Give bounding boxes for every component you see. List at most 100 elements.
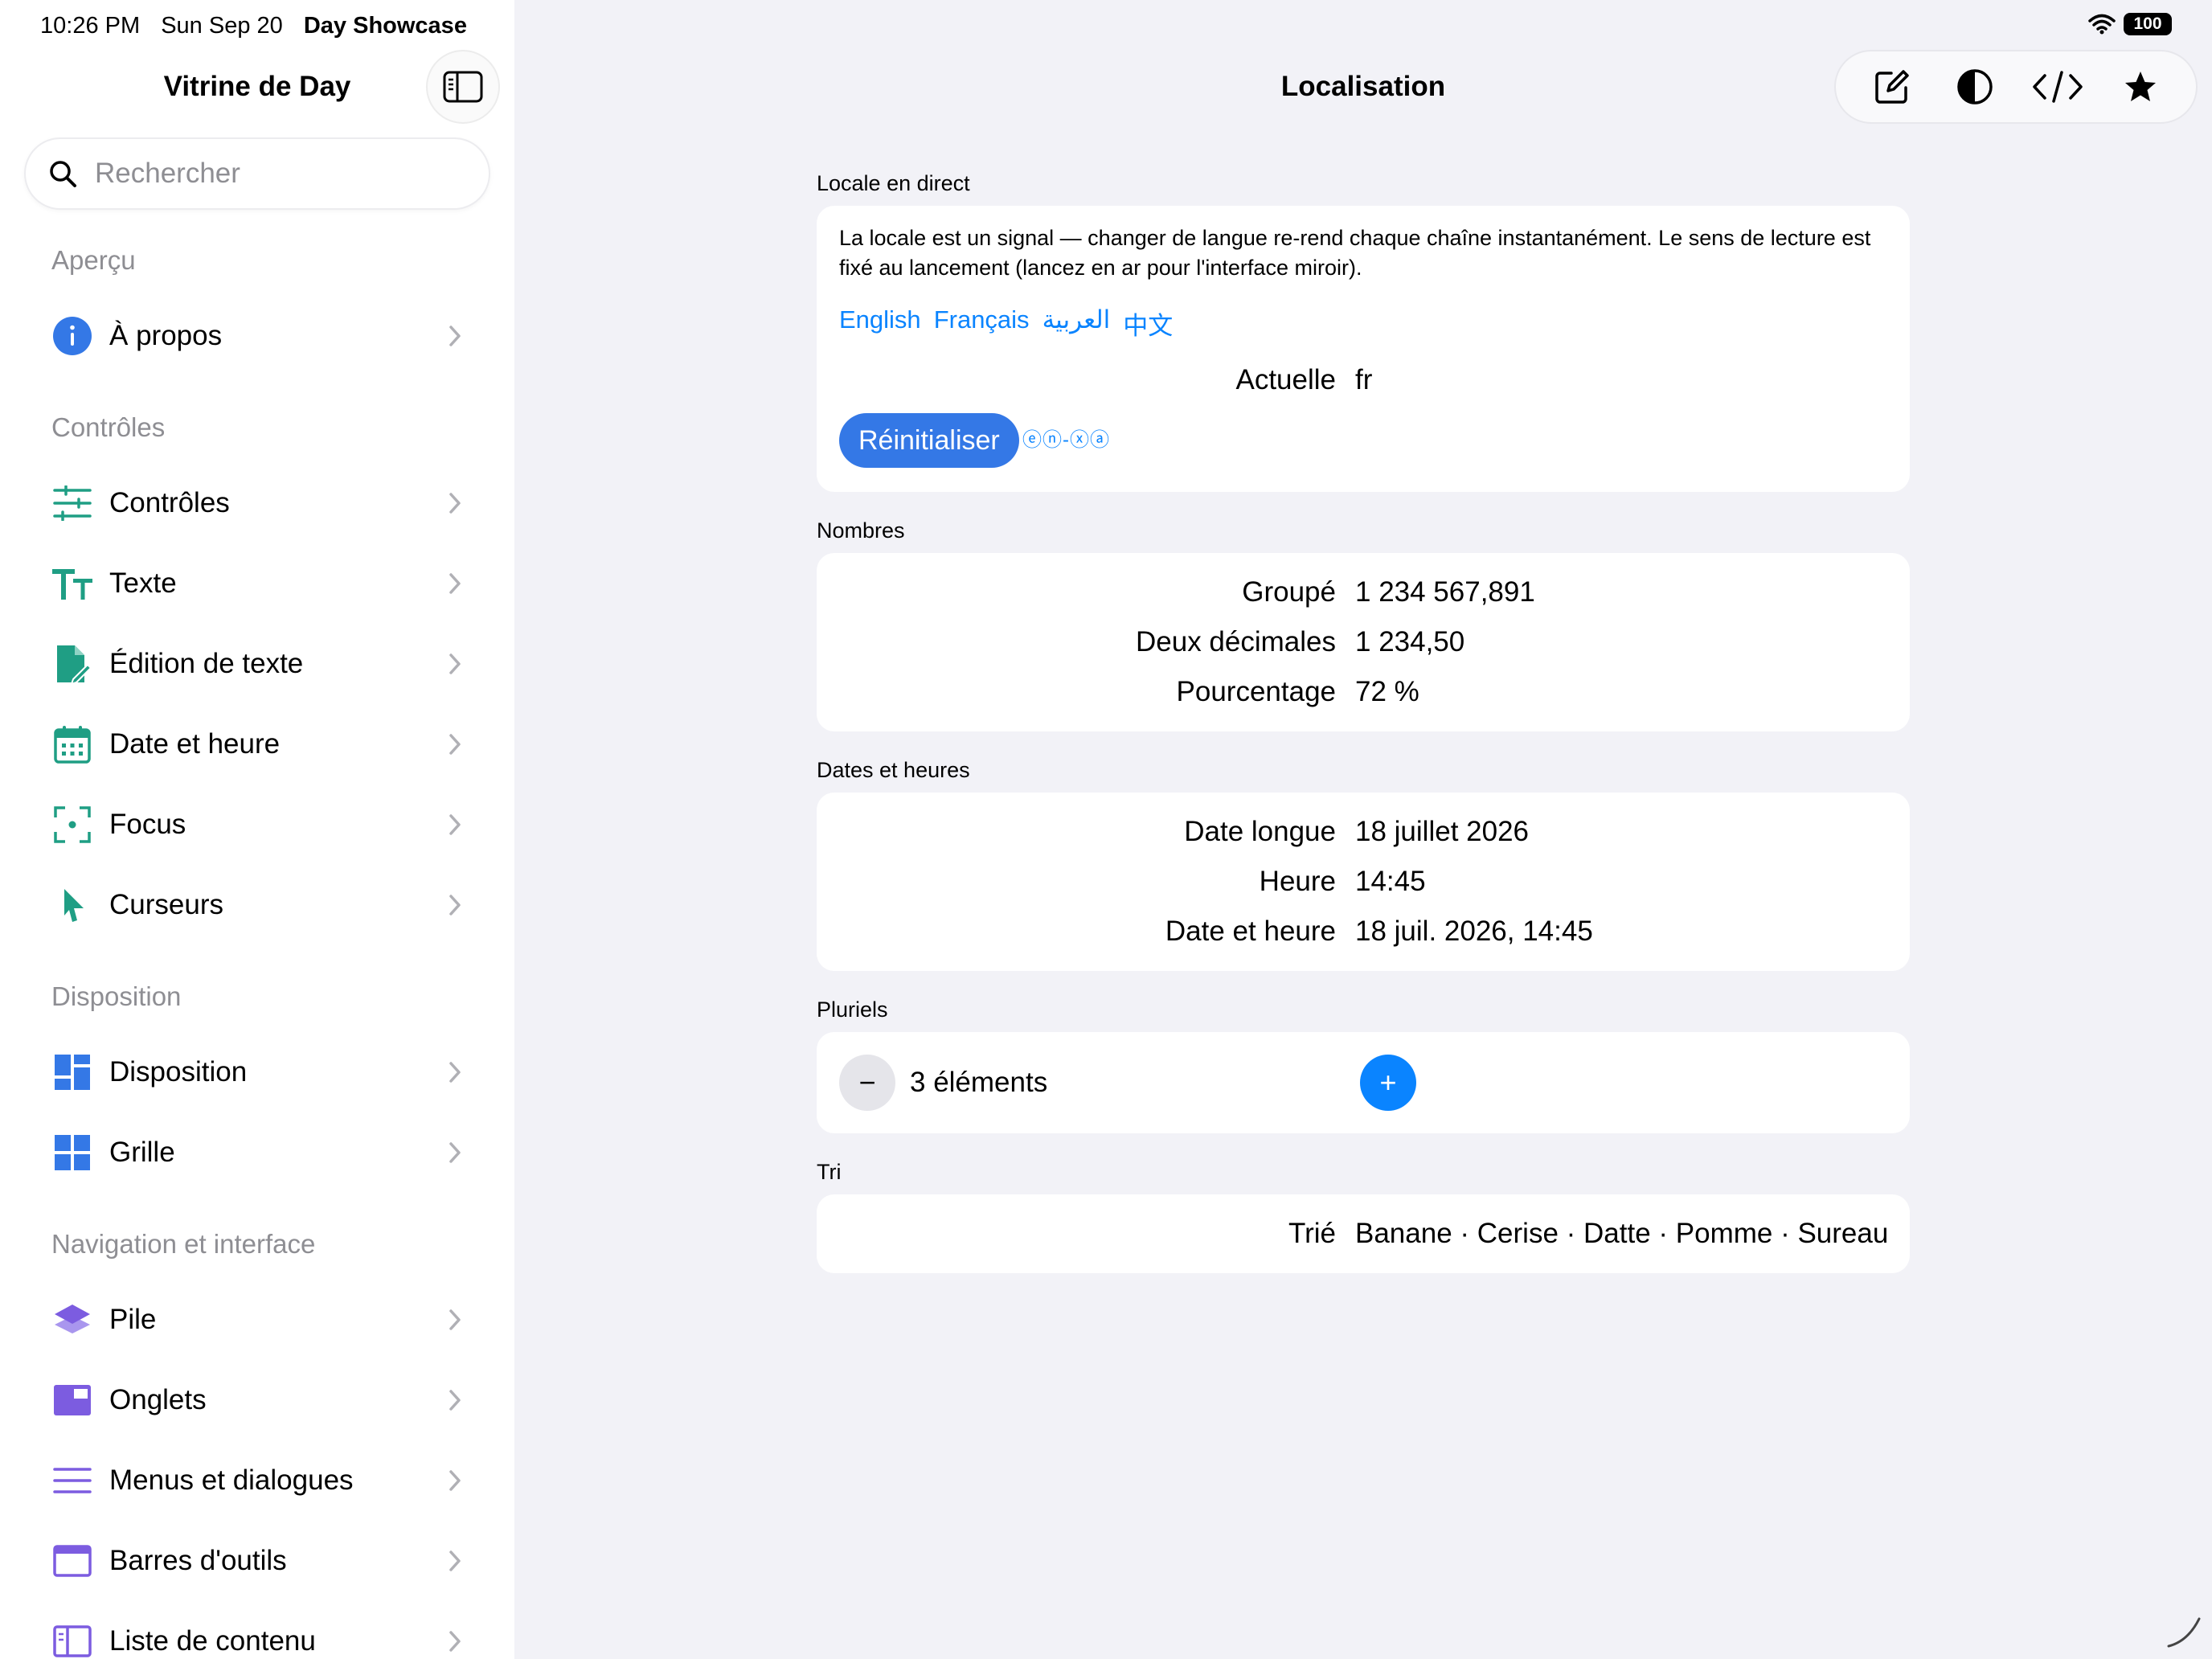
sidebar-item-grille[interactable]: Grille <box>24 1114 490 1191</box>
number-row-value: 72 % <box>1355 676 1419 707</box>
sidebar-item-controles[interactable]: Contrôles <box>24 465 490 542</box>
sorting-card: Trié Banane · Cerise · Datte · Pomme · S… <box>817 1194 1910 1273</box>
date-row-value: 14:45 <box>1355 866 1426 897</box>
language-links: English Français العربية 中文 <box>839 305 1173 342</box>
sidebar-item-label: Pile <box>109 1304 157 1335</box>
sidebar-item-focus[interactable]: Focus <box>24 786 490 863</box>
sorting-row: Trié Banane · Cerise · Datte · Pomme · S… <box>817 1209 1910 1259</box>
section-label-dates: Dates et heures <box>817 758 970 782</box>
sidebar-item-label: Contrôles <box>109 487 230 518</box>
code-icon <box>2032 71 2083 103</box>
number-row-key: Pourcentage <box>1176 676 1336 707</box>
sidebar-item-label: Onglets <box>109 1384 207 1415</box>
section-label-plurals: Pluriels <box>817 997 888 1022</box>
pseudo-locale-link[interactable]: ⓔⓝ-ⓧⓐ <box>1022 427 1110 454</box>
sidebar-toggle-icon <box>443 71 483 103</box>
number-row-key: Deux décimales <box>1136 626 1336 657</box>
plural-count: 3 éléments <box>910 1067 1048 1098</box>
date-row-value: 18 juil. 2026, 14:45 <box>1355 916 1593 947</box>
dates-card: Date longue 18 juillet 2026 Heure 14:45 … <box>817 793 1910 971</box>
chevron-right-icon <box>447 1549 463 1573</box>
date-row: Date longue 18 juillet 2026 <box>817 807 1910 857</box>
sorting-row-value: Banane · Cerise · Datte · Pomme · Sureau <box>1355 1218 1889 1249</box>
reset-button[interactable]: Réinitialiser <box>839 413 1019 468</box>
chevron-right-icon <box>447 491 463 515</box>
info-icon <box>51 315 93 357</box>
stack-icon <box>51 1299 93 1341</box>
language-link-english[interactable]: English <box>839 305 921 342</box>
source-code-button[interactable] <box>2026 55 2090 119</box>
sidebar-item-label: Texte <box>109 567 177 599</box>
chevron-right-icon <box>447 893 463 917</box>
sidebar-item-date-et-heure[interactable]: Date et heure <box>24 706 490 783</box>
chevron-right-icon <box>447 1141 463 1165</box>
search-field[interactable] <box>24 137 490 210</box>
section-label-numbers: Nombres <box>817 518 905 543</box>
sidebar-item-label: Grille <box>109 1137 175 1168</box>
sidebar-item-label: Édition de texte <box>109 648 304 679</box>
section-header-navigation: Navigation et interface <box>51 1229 316 1259</box>
section-header-apercu: Aperçu <box>51 245 136 275</box>
number-row: Deux décimales 1 234,50 <box>817 617 1910 667</box>
sidebar-item-texte[interactable]: Texte <box>24 545 490 622</box>
sidebar-toggle-button[interactable] <box>426 50 500 124</box>
sidebar-item-onglets[interactable]: Onglets <box>24 1362 490 1439</box>
layout-icon <box>51 1051 93 1093</box>
section-header-controles: Contrôles <box>51 412 166 442</box>
language-link-chinese[interactable]: 中文 <box>1123 305 1173 342</box>
decrement-button[interactable]: − <box>839 1055 895 1111</box>
sidebar-list-icon <box>51 1620 93 1659</box>
status-time: 10:26 PM <box>40 13 141 39</box>
number-row: Groupé 1 234 567,891 <box>817 567 1910 617</box>
document-edit-icon <box>51 643 93 685</box>
sidebar-item-liste-de-contenu[interactable]: Liste de contenu <box>24 1603 490 1659</box>
text-size-icon <box>51 563 93 604</box>
status-bar-right: 100 <box>2088 13 2172 35</box>
language-link-arabic[interactable]: العربية <box>1043 305 1111 342</box>
search-input[interactable] <box>93 157 479 190</box>
battery-indicator: 100 <box>2124 13 2172 35</box>
sidebar-item-label: Focus <box>109 809 186 840</box>
sidebar-item-label: Disposition <box>109 1056 248 1088</box>
favorite-button[interactable] <box>2108 55 2173 119</box>
date-row-value: 18 juillet 2026 <box>1355 816 1529 847</box>
sidebar-item-label: Barres d'outils <box>109 1545 287 1576</box>
status-bar-left: 10:26 PM Sun Sep 20 Day Showcase <box>40 11 481 40</box>
current-locale-row: Actuelle fr <box>817 355 1910 405</box>
scroll-indicator-icon <box>2167 1617 2201 1648</box>
star-icon <box>2124 72 2156 101</box>
sidebar-item-label: Date et heure <box>109 728 281 760</box>
increment-button[interactable]: + <box>1360 1055 1416 1111</box>
chevron-right-icon <box>447 1060 463 1084</box>
sidebar-item-menus-et-dialogues[interactable]: Menus et dialogues <box>24 1442 490 1519</box>
sidebar-item-curseurs[interactable]: Curseurs <box>24 866 490 944</box>
language-link-francais[interactable]: Français <box>934 305 1030 342</box>
date-row: Date et heure 18 juil. 2026, 14:45 <box>817 907 1910 956</box>
numbers-card: Groupé 1 234 567,891 Deux décimales 1 23… <box>817 553 1910 731</box>
locale-description: La locale est un signal — changer de lan… <box>839 226 1871 280</box>
number-row-value: 1 234,50 <box>1355 626 1465 657</box>
sidebar-item-barres-d-outils[interactable]: Barres d'outils <box>24 1522 490 1600</box>
date-row-key: Heure <box>1259 866 1336 897</box>
chevron-right-icon <box>447 571 463 596</box>
sidebar-item-disposition[interactable]: Disposition <box>24 1034 490 1111</box>
sidebar-item-edition-de-texte[interactable]: Édition de texte <box>24 625 490 703</box>
appearance-button[interactable] <box>1943 55 2007 119</box>
sidebar-item-label: Liste de contenu <box>109 1625 316 1657</box>
sidebar-item-a-propos[interactable]: À propos <box>24 297 490 375</box>
compose-icon <box>1874 70 1909 104</box>
sorting-row-key: Trié <box>1288 1218 1336 1249</box>
sidebar-item-pile[interactable]: Pile <box>24 1281 490 1358</box>
current-locale-key: Actuelle <box>1235 364 1336 395</box>
chevron-right-icon <box>447 1308 463 1332</box>
search-icon <box>50 161 76 187</box>
section-header-disposition: Disposition <box>51 981 182 1011</box>
plurals-card: − 3 éléments + <box>817 1032 1910 1133</box>
chevron-right-icon <box>447 1469 463 1493</box>
chevron-right-icon <box>447 324 463 348</box>
date-row-key: Date longue <box>1184 816 1336 847</box>
grid-icon <box>51 1132 93 1174</box>
focus-icon <box>51 804 93 846</box>
status-app-name: Day Showcase <box>303 13 467 39</box>
compose-button[interactable] <box>1860 55 1924 119</box>
